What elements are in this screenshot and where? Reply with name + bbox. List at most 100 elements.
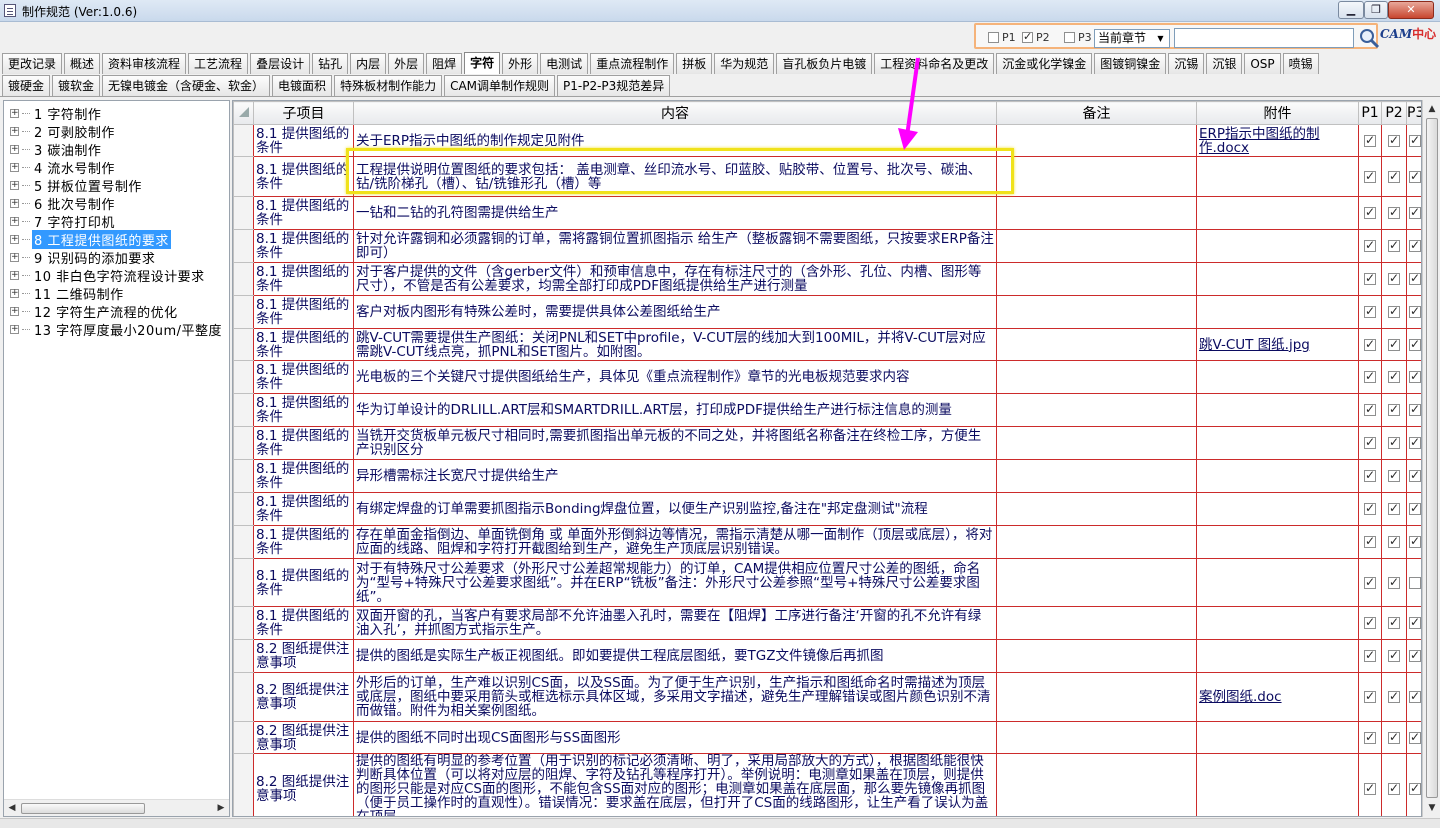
tab-r1-13[interactable]: 重点流程制作 xyxy=(590,53,675,74)
tab-r2-2[interactable]: 镀软金 xyxy=(52,75,101,96)
tree-item[interactable]: +1 字符制作 xyxy=(10,104,103,123)
p3-checkbox[interactable] xyxy=(1409,169,1421,183)
p1-checkbox[interactable] xyxy=(988,32,999,43)
expand-icon[interactable]: + xyxy=(10,108,19,118)
p3-checkbox[interactable] xyxy=(1064,32,1075,43)
expand-icon[interactable]: + xyxy=(10,198,19,208)
tab-r1-2[interactable]: 概述 xyxy=(64,53,101,74)
p3-checkbox[interactable] xyxy=(1409,133,1421,147)
expand-icon[interactable]: + xyxy=(10,180,19,190)
expand-icon[interactable]: + xyxy=(10,126,19,136)
tab-r1-16[interactable]: 盲孔板负片电镀 xyxy=(776,53,873,74)
tree-item[interactable]: +11 二维码制作 xyxy=(10,284,126,303)
p3-checkbox[interactable] xyxy=(1409,501,1421,515)
tab-r1-8[interactable]: 外层 xyxy=(388,53,425,74)
attachment-link[interactable] xyxy=(1196,753,1359,816)
table-row[interactable]: 8.1 提供图纸的条件 光电板的三个关键尺寸提供图纸给生产，具体见《重点流程制作》… xyxy=(233,360,1421,394)
tab-r1-17[interactable]: 工程资料命名及更改 xyxy=(874,53,995,74)
p1-checkbox[interactable] xyxy=(1364,205,1376,219)
p1-checkbox[interactable] xyxy=(1364,435,1376,449)
attachment-link[interactable] xyxy=(1196,295,1359,329)
p2-checkbox[interactable] xyxy=(1388,205,1400,219)
p3-checkbox[interactable] xyxy=(1409,576,1421,589)
table-row[interactable]: 8.1 提供图纸的条件 一钻和二钻的孔符图需提供给生产 xyxy=(233,196,1421,230)
table-row[interactable]: 8.1 提供图纸的条件 双面开窗的孔，当客户有要求局部不允许油墨入孔时，需要在【阻… xyxy=(233,606,1421,640)
table-row[interactable]: 8.1 提供图纸的条件 对于客户提供的文件（含gerber文件）和预审信息中，存在… xyxy=(233,262,1421,296)
p2-checkbox[interactable] xyxy=(1388,169,1400,183)
p3-checkbox[interactable] xyxy=(1409,435,1421,449)
attachment-link[interactable] xyxy=(1196,558,1359,607)
tab-r2-7[interactable]: P1-P2-P3规范差异 xyxy=(557,75,671,96)
expand-icon[interactable]: + xyxy=(10,270,19,280)
tree-item[interactable]: +8 工程提供图纸的要求 xyxy=(10,229,171,249)
scroll-up-icon[interactable]: ▲ xyxy=(1425,102,1439,116)
row-selector[interactable] xyxy=(233,156,254,197)
p1-checkbox[interactable] xyxy=(1364,501,1376,515)
row-selector[interactable] xyxy=(233,328,254,361)
table-row[interactable]: 8.1 提供图纸的条件 存在单面金指倒边、单面铣倒角 或 单面外形倒斜边等情况，需… xyxy=(233,525,1421,559)
p1-checkbox[interactable] xyxy=(1364,304,1376,318)
table-row[interactable]: 8.2 图纸提供注意事项 外形后的订单，生产难以识别CS面，以及SS面。为了便于生… xyxy=(233,672,1421,722)
row-selector[interactable] xyxy=(233,124,254,157)
p2-checkbox[interactable] xyxy=(1388,730,1400,744)
tab-r2-3[interactable]: 无镍电镀金（含硬金、软金） xyxy=(102,75,271,96)
p2-checkbox[interactable] xyxy=(1388,369,1400,383)
p3-checkbox[interactable] xyxy=(1409,402,1421,416)
close-button[interactable]: ✕ xyxy=(1388,1,1434,19)
tab-r1-22[interactable]: OSP xyxy=(1244,53,1281,74)
expand-icon[interactable]: + xyxy=(10,216,19,226)
attachment-link[interactable]: ERP指示中图纸的制作.docx xyxy=(1196,124,1359,157)
attachment-link[interactable] xyxy=(1196,196,1359,230)
p1-filter[interactable]: P1 xyxy=(988,31,1016,44)
minimize-button[interactable]: ▁ xyxy=(1338,1,1364,19)
tab-r1-19[interactable]: 图镀铜镍金 xyxy=(1094,53,1167,74)
attachment-link[interactable]: 案例图纸.doc xyxy=(1196,672,1359,722)
p3-checkbox[interactable] xyxy=(1409,730,1421,744)
p2-checkbox[interactable] xyxy=(1022,30,1033,43)
table-row[interactable]: 8.1 提供图纸的条件 有绑定焊盘的订单需要抓图指示Bonding焊盘位置，以便生… xyxy=(233,492,1421,526)
p1-checkbox[interactable] xyxy=(1364,337,1376,351)
table-row[interactable]: 8.1 提供图纸的条件 华为订单设计的DRLILL.ART层和SMARTDRILL… xyxy=(233,393,1421,427)
tree-item[interactable]: +3 碳油制作 xyxy=(10,140,103,159)
p3-checkbox[interactable] xyxy=(1409,337,1421,351)
search-button[interactable] xyxy=(1358,27,1380,49)
p2-checkbox[interactable] xyxy=(1388,648,1400,662)
expand-icon[interactable]: + xyxy=(10,144,19,154)
tab-r1-6[interactable]: 钻孔 xyxy=(312,53,349,74)
p1-checkbox[interactable] xyxy=(1364,534,1376,548)
tab-r1-9[interactable]: 阻焊 xyxy=(426,53,463,74)
p1-checkbox[interactable] xyxy=(1364,689,1376,703)
attachment-link[interactable] xyxy=(1196,262,1359,296)
expand-icon[interactable]: + xyxy=(10,162,19,172)
tree-scroll-thumb[interactable] xyxy=(21,803,145,814)
p3-checkbox[interactable] xyxy=(1409,369,1421,383)
attachment-link[interactable] xyxy=(1196,459,1359,493)
table-row[interactable]: 8.1 提供图纸的条件 异形槽需标注长宽尺寸提供给生产 xyxy=(233,459,1421,493)
p3-checkbox[interactable] xyxy=(1409,534,1421,548)
p1-checkbox[interactable] xyxy=(1364,271,1376,285)
tab-r1-3[interactable]: 资料审核流程 xyxy=(102,53,187,74)
p1-checkbox[interactable] xyxy=(1364,402,1376,416)
tab-r1-12[interactable]: 电测试 xyxy=(540,53,589,74)
p2-checkbox[interactable] xyxy=(1388,337,1400,351)
scope-select[interactable]: 当前章节 ▼ xyxy=(1094,29,1170,48)
header-attachment[interactable]: 附件 xyxy=(1196,101,1359,125)
table-row[interactable]: 8.2 图纸提供注意事项 提供的图纸有明显的参考位置（用于识别的标记必须清晰、明了… xyxy=(233,753,1421,816)
p1-checkbox[interactable] xyxy=(1364,468,1376,482)
p1-checkbox[interactable] xyxy=(1364,238,1376,252)
p3-checkbox[interactable] xyxy=(1409,304,1421,318)
attachment-link[interactable] xyxy=(1196,393,1359,427)
p2-checkbox[interactable] xyxy=(1388,238,1400,252)
row-selector[interactable] xyxy=(233,639,254,673)
p3-checkbox[interactable] xyxy=(1409,781,1421,795)
p2-checkbox[interactable] xyxy=(1388,615,1400,629)
attachment-link[interactable] xyxy=(1196,426,1359,460)
tree-item[interactable]: +13 字符厚度最小20um/平整度 xyxy=(10,320,224,339)
row-selector-header[interactable] xyxy=(233,101,254,125)
attachment-link[interactable] xyxy=(1196,639,1359,673)
p3-checkbox[interactable] xyxy=(1409,238,1421,252)
p3-filter[interactable]: P3 xyxy=(1064,31,1092,44)
tree-item[interactable]: +7 字符打印机 xyxy=(10,212,117,231)
p3-checkbox[interactable] xyxy=(1409,615,1421,629)
row-selector[interactable] xyxy=(233,459,254,493)
